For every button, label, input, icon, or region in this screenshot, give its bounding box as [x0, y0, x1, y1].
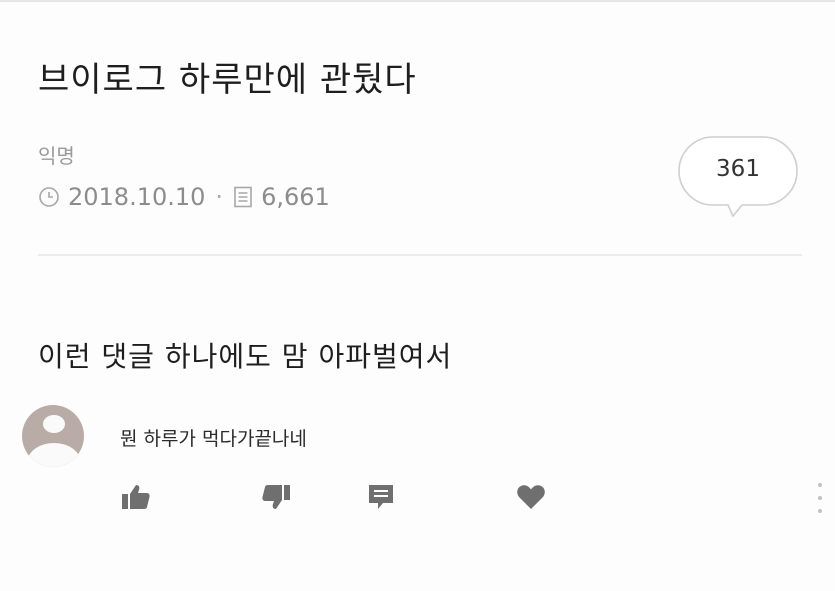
heart-icon	[517, 485, 545, 509]
comment-count: 361	[716, 156, 760, 182]
comment-icon	[369, 485, 393, 509]
like-button[interactable]	[118, 482, 154, 512]
comment-count-bubble[interactable]: 361	[678, 136, 798, 218]
avatar-body	[27, 443, 81, 467]
reply-button[interactable]	[363, 482, 399, 512]
thumbs-down-icon	[262, 485, 290, 509]
divider	[38, 254, 802, 256]
avatar-head	[43, 415, 65, 433]
thumbs-up-icon	[122, 485, 150, 509]
dislike-button[interactable]	[258, 482, 294, 512]
avatar[interactable]	[22, 405, 84, 467]
post-date: 2018.10.10	[68, 183, 206, 211]
more-vertical-icon[interactable]	[818, 483, 824, 513]
post-title: 브이로그 하루만에 관뒀다	[38, 60, 417, 100]
comment-text: 뭔 하루가 먹다가끝나네	[120, 428, 307, 450]
author-name[interactable]: 익명	[38, 140, 75, 169]
meta-separator: ·	[215, 183, 224, 211]
document-icon	[233, 186, 253, 208]
post-body-text: 이런 댓글 하나에도 맘 아파벌여서	[38, 340, 453, 373]
top-border	[0, 0, 835, 2]
clock-icon	[38, 186, 60, 208]
favorite-button[interactable]	[513, 482, 549, 512]
post-meta: 2018.10.10 · 6,661	[38, 183, 330, 211]
view-count: 6,661	[261, 183, 330, 211]
